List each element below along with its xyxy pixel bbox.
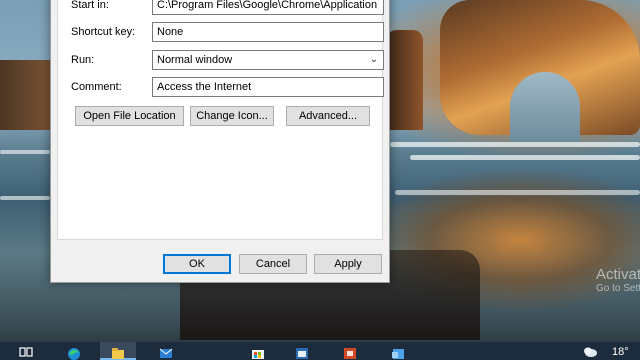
change-icon-button[interactable]: Change Icon...	[190, 106, 274, 126]
shortcut-key-input[interactable]: None	[152, 22, 384, 42]
advanced-button[interactable]: Advanced...	[286, 106, 370, 126]
comment-label: Comment:	[71, 81, 122, 93]
task-view-button[interactable]	[8, 342, 44, 360]
edge-icon	[68, 348, 80, 360]
edge-button[interactable]	[56, 342, 92, 360]
file-explorer-icon	[112, 348, 124, 359]
shortcut-tab-pane: Start in: C:\Program Files\Google\Chrome…	[57, 0, 384, 240]
wallpaper-rock-left	[0, 60, 50, 130]
app-button[interactable]	[284, 342, 320, 360]
file-explorer-button[interactable]	[100, 342, 136, 360]
watermark-subtitle: Go to Settings to activate Windows.	[596, 283, 640, 294]
start-in-label: Start in:	[71, 0, 109, 11]
app-icon-2	[392, 349, 404, 359]
cancel-button[interactable]: Cancel	[239, 254, 307, 274]
shortcut-key-label: Shortcut key:	[71, 26, 136, 38]
wallpaper-surf	[395, 190, 640, 195]
powerpoint-button[interactable]	[332, 342, 368, 360]
shortcut-properties-dialog: Start in: C:\Program Files\Google\Chrome…	[50, 0, 390, 283]
start-in-input[interactable]: C:\Program Files\Google\Chrome\Applicati…	[152, 0, 384, 15]
weather-cloud-icon[interactable]	[582, 345, 598, 358]
wallpaper-surf	[390, 142, 640, 147]
wallpaper-surf	[0, 150, 50, 154]
mail-icon	[159, 348, 173, 358]
watermark-title: Activate	[596, 266, 640, 283]
wallpaper-arch-opening	[510, 72, 580, 142]
run-select[interactable]: Normal window ⌄	[152, 50, 384, 70]
store-icon	[252, 350, 264, 359]
run-select-value: Normal window	[157, 54, 233, 66]
wallpaper-rock-stack	[385, 30, 423, 130]
apply-button[interactable]: Apply	[314, 254, 382, 274]
run-label: Run:	[71, 54, 95, 66]
mail-button[interactable]	[148, 342, 184, 360]
store-button[interactable]	[240, 342, 276, 360]
wallpaper-surf	[410, 155, 640, 160]
ok-button[interactable]: OK	[163, 254, 231, 274]
activate-windows-watermark: Activate Go to Settings to activate Wind…	[596, 266, 640, 306]
taskbar: 18°	[0, 342, 640, 360]
open-file-location-button[interactable]: Open File Location	[75, 106, 184, 126]
weather-temperature[interactable]: 18°	[612, 346, 629, 358]
app-button-2[interactable]	[380, 342, 416, 360]
powerpoint-icon	[344, 348, 356, 359]
comment-input[interactable]: Access the Internet	[152, 77, 384, 97]
wallpaper-surf	[0, 196, 50, 200]
app-icon	[296, 348, 308, 359]
task-view-icon	[19, 347, 33, 357]
chevron-down-icon[interactable]: ⌄	[368, 51, 380, 69]
